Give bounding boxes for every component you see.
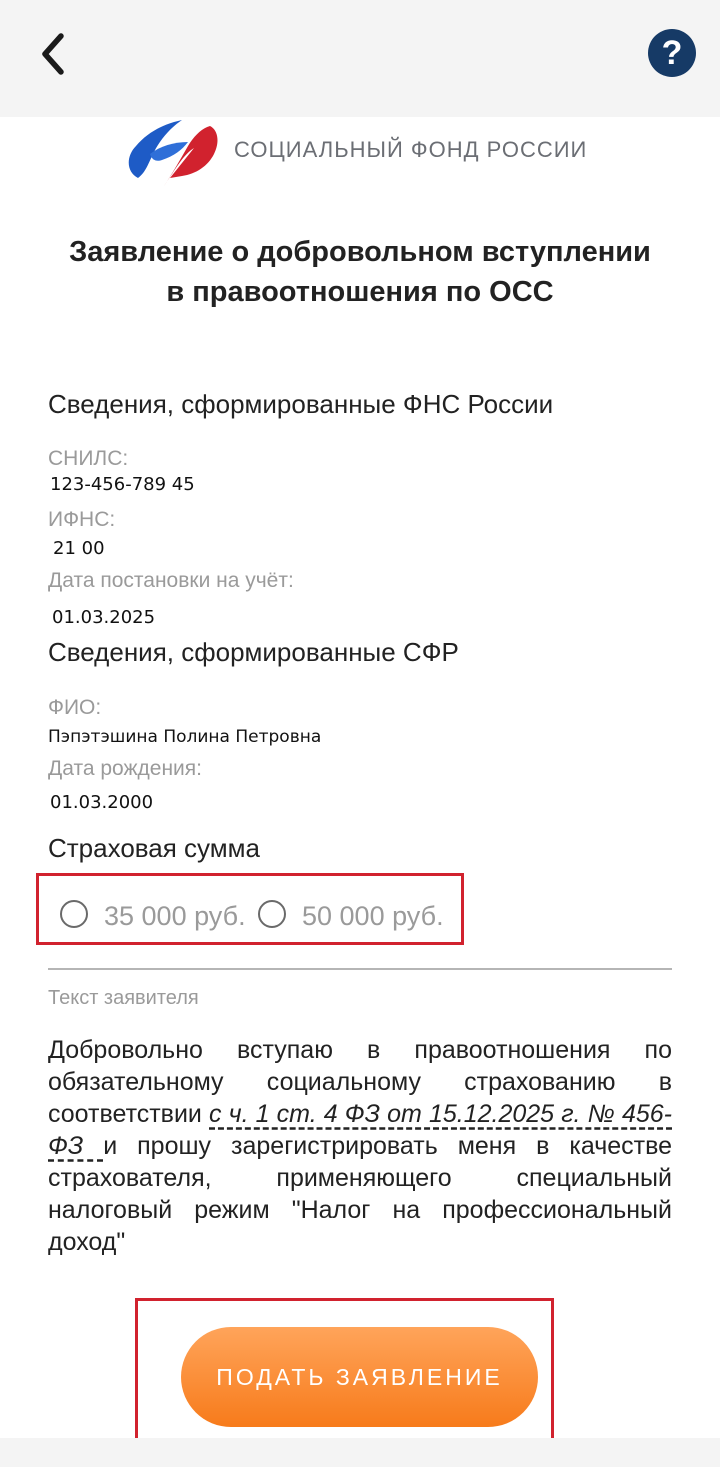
reg-date-label: Дата постановки на учёт: <box>48 569 294 592</box>
chevron-left-icon <box>42 33 64 75</box>
reg-date-value: 01.03.2025 <box>52 607 156 628</box>
ifns-value: 21 00 <box>53 538 105 559</box>
insurance-sum-radio-group: 35 000 руб. 50 000 руб. <box>36 873 464 945</box>
radio-label: 50 000 руб. <box>302 901 444 931</box>
radio-option-35000[interactable]: 35 000 руб. <box>60 900 260 940</box>
radio-circle[interactable] <box>60 900 88 928</box>
snils-label: СНИЛС: <box>48 447 129 470</box>
insurance-sum-heading: Страховая сумма <box>48 833 260 863</box>
birth-date-label: Дата рождения: <box>48 757 202 780</box>
logo-text: СОЦИАЛЬНЫЙ ФОНД РОССИИ <box>234 137 588 162</box>
radio-option-50000[interactable]: 50 000 руб. <box>258 900 458 940</box>
top-bar <box>0 0 720 117</box>
bottom-strip <box>0 1438 720 1467</box>
divider <box>48 968 672 970</box>
help-button[interactable]: ? <box>648 29 696 77</box>
back-button[interactable] <box>32 28 80 80</box>
page-title: Заявление о добровольном вступлении в пр… <box>69 236 651 308</box>
radio-label: 35 000 руб. <box>104 901 246 931</box>
ifns-label: ИФНС: <box>48 508 116 531</box>
snils-value: 123-456-789 45 <box>50 474 195 495</box>
fio-value: Пэпэтэшина Полина Петровна <box>48 727 322 747</box>
submit-application-button[interactable]: ПОДАТЬ ЗАЯВЛЕНИЕ <box>181 1327 538 1427</box>
sfr-section-heading: Сведения, сформированные СФР <box>48 637 459 667</box>
statement-text-after: и прошу зарегистрировать меня в качестве… <box>48 1132 672 1256</box>
sfr-logo <box>128 120 218 186</box>
question-icon: ? <box>661 34 683 72</box>
statement-text: Добровольно вступаю в правоотношения по … <box>48 1034 672 1258</box>
statement-label: Текст заявителя <box>48 987 199 1009</box>
radio-circle[interactable] <box>258 900 286 928</box>
birth-date-value: 01.03.2000 <box>50 792 154 813</box>
fns-section-heading: Сведения, сформированные ФНС России <box>48 389 554 419</box>
fio-label: ФИО: <box>48 696 102 719</box>
